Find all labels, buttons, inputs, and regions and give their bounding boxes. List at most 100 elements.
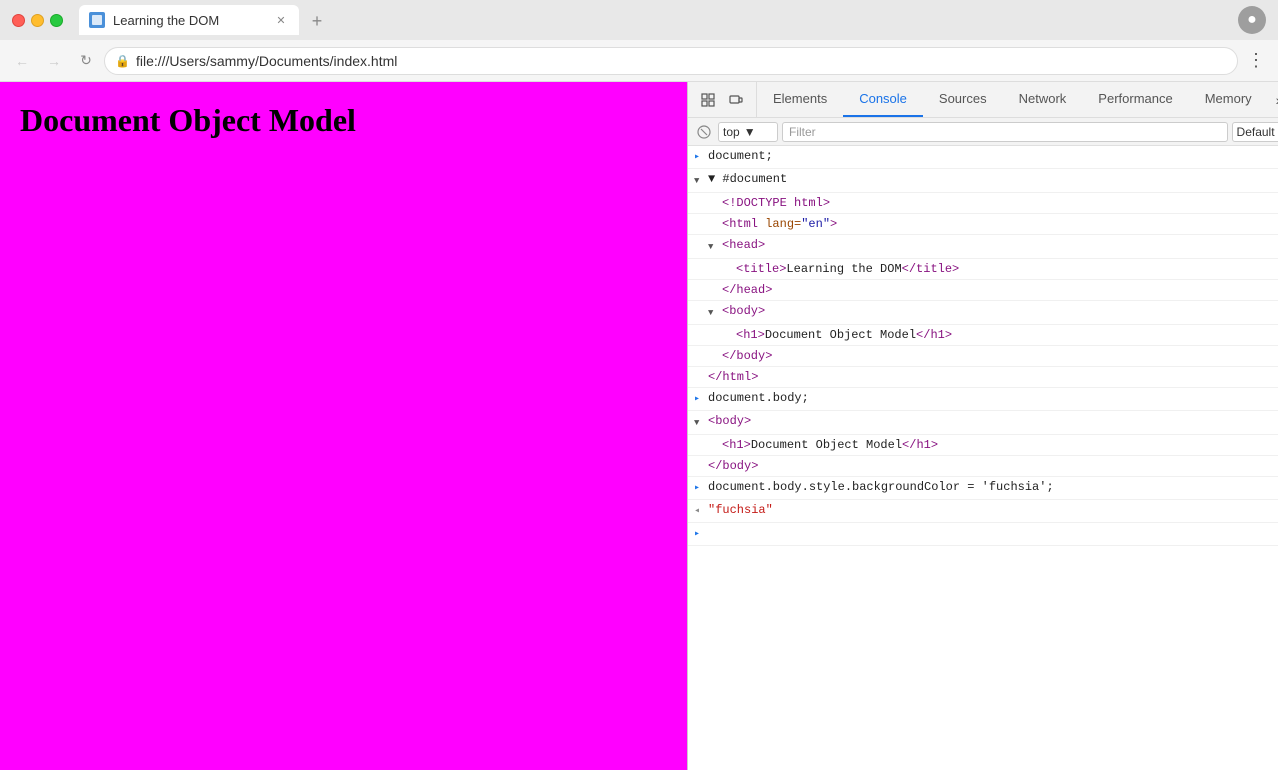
console-line[interactable]: ▼<body>: [688, 411, 1278, 435]
console-expand-arrow: [708, 282, 722, 284]
console-expand-arrow[interactable]: ▼: [694, 171, 708, 190]
browser-window: Learning the DOM ✕ + ● ← → ↻ 🔒 file:///U…: [0, 0, 1278, 770]
console-line[interactable]: <!DOCTYPE html>: [688, 193, 1278, 214]
devtools-icons: [688, 82, 757, 117]
console-expand-arrow: [694, 458, 708, 460]
page-content: Document Object Model: [0, 82, 687, 770]
console-expand-arrow[interactable]: ▸: [694, 479, 708, 497]
console-expand-arrow[interactable]: ▼: [694, 413, 708, 432]
console-line[interactable]: ▼▼ #document: [688, 169, 1278, 193]
console-line-content: <title>Learning the DOM</title>: [736, 261, 1278, 277]
console-expand-arrow: [708, 195, 722, 197]
page-heading: Document Object Model: [20, 102, 356, 139]
filter-placeholder: Filter: [789, 125, 816, 139]
console-line-content: document.body;: [708, 390, 1278, 406]
console-expand-arrow: [708, 348, 722, 350]
profile-icon: ●: [1247, 11, 1257, 29]
console-line[interactable]: <h1>Document Object Model</h1>: [688, 325, 1278, 346]
browser-menu-button[interactable]: ⋮: [1242, 47, 1270, 75]
responsive-mode-button[interactable]: [724, 88, 748, 112]
console-line-content: <head>: [722, 237, 1278, 253]
console-line-content: <h1>Document Object Model</h1>: [736, 327, 1278, 343]
console-level-select[interactable]: Default levels ▼: [1232, 122, 1278, 142]
console-expand-arrow: [722, 327, 736, 329]
tabs-area: Learning the DOM ✕ +: [71, 5, 1230, 35]
console-line-content: <body>: [708, 413, 1278, 429]
console-expand-arrow[interactable]: ◂: [694, 502, 708, 520]
lock-icon: 🔒: [115, 54, 130, 68]
console-line-content: </html>: [708, 369, 1278, 385]
forward-button[interactable]: →: [40, 47, 68, 75]
traffic-lights: [12, 14, 63, 27]
tab-title: Learning the DOM: [113, 13, 265, 28]
console-line[interactable]: <html lang="en">: [688, 214, 1278, 235]
console-line-content: document;: [708, 148, 1278, 164]
reload-button[interactable]: ↻: [72, 47, 100, 75]
console-line[interactable]: </head>: [688, 280, 1278, 301]
maximize-button[interactable]: [50, 14, 63, 27]
more-tabs-button[interactable]: »: [1268, 82, 1278, 117]
console-line[interactable]: </body>: [688, 346, 1278, 367]
clear-console-button[interactable]: [694, 122, 714, 142]
address-bar[interactable]: 🔒 file:///Users/sammy/Documents/index.ht…: [104, 47, 1238, 75]
console-line-content: </head>: [722, 282, 1278, 298]
console-level-value: Default levels: [1237, 125, 1278, 139]
title-bar: Learning the DOM ✕ + ●: [0, 0, 1278, 40]
console-line-content: <!DOCTYPE html>: [722, 195, 1278, 211]
console-line[interactable]: ▸document.body.style.backgroundColor = '…: [688, 477, 1278, 500]
tab-favicon-icon: [89, 12, 105, 28]
console-expand-arrow: [708, 437, 722, 439]
console-line-content: </body>: [708, 458, 1278, 474]
console-expand-arrow[interactable]: ▼: [708, 303, 722, 322]
devtools-tabs: Elements Console Sources Network Perform…: [757, 82, 1278, 117]
browser-tab[interactable]: Learning the DOM ✕: [79, 5, 299, 35]
console-line[interactable]: ▼<body>: [688, 301, 1278, 325]
console-filter-input[interactable]: Filter: [782, 122, 1228, 142]
console-line-content: ▼ #document: [708, 171, 1278, 187]
console-expand-arrow: [708, 216, 722, 218]
console-expand-arrow[interactable]: ▸: [694, 148, 708, 166]
back-button[interactable]: ←: [8, 47, 36, 75]
console-line[interactable]: ▸document.body;: [688, 388, 1278, 411]
devtools-panel: Elements Console Sources Network Perform…: [687, 82, 1278, 770]
tab-console[interactable]: Console: [843, 82, 923, 117]
console-expand-arrow[interactable]: ▸: [694, 390, 708, 408]
devtools-topbar: Elements Console Sources Network Perform…: [688, 82, 1278, 118]
tab-sources[interactable]: Sources: [923, 82, 1003, 117]
console-context-select[interactable]: top ▼: [718, 122, 778, 142]
console-line-content: document.body.style.backgroundColor = 'f…: [708, 479, 1278, 495]
profile-area[interactable]: ●: [1238, 6, 1266, 34]
console-line[interactable]: ▸document;: [688, 146, 1278, 169]
address-text: file:///Users/sammy/Documents/index.html: [136, 53, 1227, 69]
tab-memory[interactable]: Memory: [1189, 82, 1268, 117]
tab-performance[interactable]: Performance: [1082, 82, 1188, 117]
console-line[interactable]: <title>Learning the DOM</title>: [688, 259, 1278, 280]
console-line-content: <body>: [722, 303, 1278, 319]
console-output[interactable]: ▸document;▼▼ #document<!DOCTYPE html><ht…: [688, 146, 1278, 770]
console-line[interactable]: ▸: [688, 523, 1278, 546]
console-context-value: top: [723, 125, 740, 139]
console-expand-arrow: [694, 369, 708, 371]
console-expand-arrow[interactable]: ▸: [694, 525, 708, 543]
console-toolbar: top ▼ Filter Default levels ▼ ⚙: [688, 118, 1278, 146]
tab-close-button[interactable]: ✕: [273, 12, 289, 28]
console-line[interactable]: </body>: [688, 456, 1278, 477]
console-line[interactable]: ▼<head>: [688, 235, 1278, 259]
console-expand-arrow: [722, 261, 736, 263]
inspect-element-button[interactable]: [696, 88, 720, 112]
console-line-content: <html lang="en">: [722, 216, 1278, 232]
console-line[interactable]: ◂"fuchsia": [688, 500, 1278, 523]
console-expand-arrow[interactable]: ▼: [708, 237, 722, 256]
console-line-content: <h1>Document Object Model</h1>: [722, 437, 1278, 453]
minimize-button[interactable]: [31, 14, 44, 27]
tab-elements[interactable]: Elements: [757, 82, 843, 117]
new-tab-button[interactable]: +: [303, 7, 331, 35]
tab-network[interactable]: Network: [1003, 82, 1083, 117]
console-line[interactable]: <h1>Document Object Model</h1>: [688, 435, 1278, 456]
console-line[interactable]: </html>: [688, 367, 1278, 388]
nav-bar: ← → ↻ 🔒 file:///Users/sammy/Documents/in…: [0, 40, 1278, 82]
console-line-content: "fuchsia": [708, 502, 1278, 518]
close-button[interactable]: [12, 14, 25, 27]
chevron-down-icon: ▼: [744, 125, 756, 139]
console-line-content: </body>: [722, 348, 1278, 364]
